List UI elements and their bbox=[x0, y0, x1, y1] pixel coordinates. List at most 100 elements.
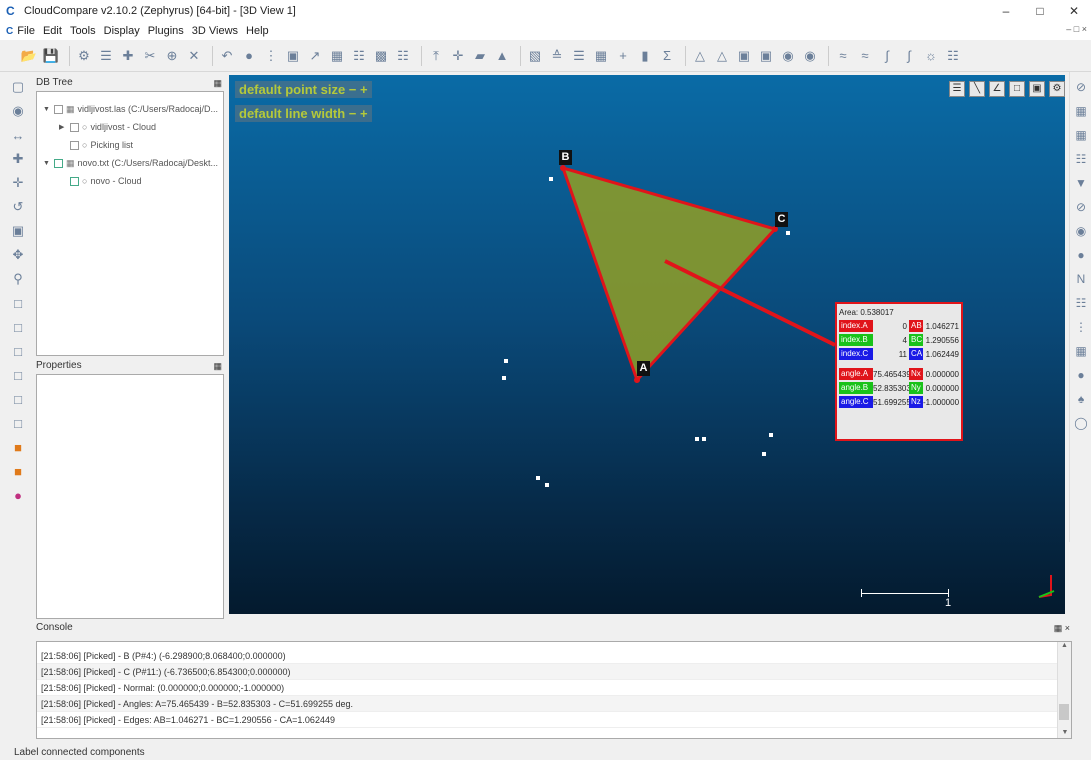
octree-icon[interactable]: ▦ bbox=[328, 47, 346, 65]
oval-icon[interactable]: ◯ bbox=[1072, 414, 1090, 432]
globe-icon[interactable]: ◉ bbox=[801, 47, 819, 65]
image-icon[interactable]: ▣ bbox=[735, 47, 753, 65]
menu-plugins[interactable]: Plugins bbox=[148, 25, 184, 37]
tree-item-vidljivost-cloud[interactable]: ▶ ○ vidljivost - Cloud bbox=[37, 118, 223, 136]
circle-slash-icon[interactable]: ⊘ bbox=[1072, 198, 1090, 216]
north-icon[interactable]: N bbox=[1072, 270, 1090, 288]
raster-icon[interactable]: ▦ bbox=[1072, 102, 1090, 120]
tree-item-novo-file[interactable]: ▼ ▦ novo.txt (C:/Users/Radocaj/Deskt... bbox=[37, 154, 223, 172]
zoom-icon[interactable]: ⚲ bbox=[9, 270, 27, 288]
film-icon[interactable]: ☷ bbox=[1072, 150, 1090, 168]
texture-icon[interactable]: ▦ bbox=[1072, 342, 1090, 360]
pivot-icon[interactable]: ✛ bbox=[9, 174, 27, 192]
canupo-icon[interactable]: ☷ bbox=[944, 47, 962, 65]
list-icon[interactable]: ☰ bbox=[97, 47, 115, 65]
view-bottom-icon[interactable]: □ bbox=[9, 414, 27, 432]
console-scrollbar[interactable]: ▲ ▼ bbox=[1057, 642, 1071, 738]
distance-icon[interactable]: ⤒ bbox=[427, 47, 445, 65]
menu-tools[interactable]: Tools bbox=[70, 25, 96, 37]
checkbox[interactable] bbox=[54, 158, 63, 168]
move-icon[interactable]: ✥ bbox=[9, 246, 27, 264]
filter-icon[interactable]: ☰ bbox=[570, 47, 588, 65]
align-icon[interactable]: ↶ bbox=[218, 47, 236, 65]
menu-edit[interactable]: Edit bbox=[43, 25, 62, 37]
scroll-down-icon[interactable]: ▼ bbox=[1058, 729, 1071, 736]
maximize-icon[interactable]: □ bbox=[1023, 0, 1057, 22]
grid-icon[interactable]: ▦ bbox=[1072, 126, 1090, 144]
sf-icon[interactable]: ☷ bbox=[350, 47, 368, 65]
cross-icon[interactable]: ✛ bbox=[449, 47, 467, 65]
no-entry-icon[interactable]: ⊘ bbox=[1072, 78, 1090, 96]
plane-icon[interactable]: ▰ bbox=[471, 47, 489, 65]
iso-front-icon[interactable]: ■ bbox=[9, 438, 27, 456]
shield-icon[interactable]: ◉ bbox=[1072, 222, 1090, 240]
box-icon[interactable]: ▣ bbox=[9, 222, 27, 240]
color-icon[interactable]: ▩ bbox=[372, 47, 390, 65]
save-icon[interactable]: 💾 bbox=[42, 47, 60, 65]
stats-icon[interactable]: ≙ bbox=[548, 47, 566, 65]
kd-icon[interactable]: △ bbox=[691, 47, 709, 65]
rotate-icon[interactable]: ↺ bbox=[9, 198, 27, 216]
blob-icon[interactable]: ● bbox=[1072, 366, 1090, 384]
expand-icon[interactable]: ▼ bbox=[43, 106, 51, 113]
normals-icon[interactable]: ↗ bbox=[306, 47, 324, 65]
pin-close-icon[interactable]: ▦ × bbox=[1054, 620, 1070, 636]
level-icon[interactable]: ▼ bbox=[1072, 174, 1090, 192]
fm-icon[interactable]: △ bbox=[713, 47, 731, 65]
segment-icon[interactable]: ✂ bbox=[141, 47, 159, 65]
menu-display[interactable]: Display bbox=[104, 25, 140, 37]
menu-3d-views[interactable]: 3D Views bbox=[192, 25, 238, 37]
view-left-icon[interactable]: □ bbox=[9, 342, 27, 360]
bars-icon[interactable]: ▮ bbox=[636, 47, 654, 65]
m3c2-icon[interactable]: ≈ bbox=[834, 47, 852, 65]
raster-icon[interactable]: ▣ bbox=[757, 47, 775, 65]
iso-back-icon[interactable]: ■ bbox=[9, 462, 27, 480]
delete-icon[interactable]: ✕ bbox=[185, 47, 203, 65]
noise-icon[interactable]: ⋮ bbox=[1072, 318, 1090, 336]
menu-file[interactable]: File bbox=[17, 25, 35, 37]
view-back-icon[interactable]: □ bbox=[9, 366, 27, 384]
stereo-icon[interactable]: ● bbox=[9, 486, 27, 504]
ransac-icon[interactable]: ∫ bbox=[878, 47, 896, 65]
checkbox[interactable] bbox=[70, 176, 79, 186]
mesh-icon[interactable]: ▲ bbox=[493, 47, 511, 65]
person-icon[interactable]: ♠ bbox=[1072, 390, 1090, 408]
pick-icon[interactable]: ⊕ bbox=[163, 47, 181, 65]
transform-icon[interactable]: ✚ bbox=[119, 47, 137, 65]
screenshot-icon[interactable]: ▢ bbox=[9, 78, 27, 96]
triangle-info-label[interactable]: Area: 0.538017 index.A 0 AB 1.046271 index.B… bbox=[835, 302, 963, 441]
view-top-icon[interactable]: □ bbox=[9, 294, 27, 312]
scroll-up-icon[interactable]: ▲ bbox=[1058, 642, 1071, 649]
sf-arith-icon[interactable]: Σ bbox=[658, 47, 676, 65]
pin-icon[interactable]: ▦ bbox=[213, 75, 222, 91]
menu-help[interactable]: Help bbox=[246, 25, 269, 37]
scroll-thumb[interactable] bbox=[1059, 704, 1069, 720]
sphere-icon[interactable]: ◉ bbox=[779, 47, 797, 65]
minimize-icon[interactable]: – bbox=[989, 0, 1023, 22]
histogram-icon[interactable]: ▧ bbox=[526, 47, 544, 65]
compass-icon[interactable]: ☼ bbox=[922, 47, 940, 65]
gear-icon[interactable]: ⚙ bbox=[75, 47, 93, 65]
pin-icon[interactable]: ▦ bbox=[213, 358, 222, 374]
tree-item-picking-list[interactable]: ○ Picking list bbox=[37, 136, 223, 154]
checkbox[interactable] bbox=[70, 122, 79, 132]
mls-icon[interactable]: ≈ bbox=[856, 47, 874, 65]
sample-icon[interactable]: ● bbox=[240, 47, 258, 65]
merge-icon[interactable]: ▣ bbox=[284, 47, 302, 65]
crosshair-icon[interactable]: ✚ bbox=[9, 150, 27, 168]
expand-icon[interactable]: ▼ bbox=[43, 160, 51, 167]
coin-icon[interactable]: ● bbox=[1072, 246, 1090, 264]
add-icon[interactable]: + bbox=[614, 47, 632, 65]
export-icon[interactable]: ▦ bbox=[592, 47, 610, 65]
checkbox[interactable] bbox=[70, 140, 79, 150]
collapse-icon[interactable]: ▶ bbox=[59, 123, 67, 131]
subsample-icon[interactable]: ⋮ bbox=[262, 47, 280, 65]
sor-icon[interactable]: ☷ bbox=[394, 47, 412, 65]
facets-icon[interactable]: ∫ bbox=[900, 47, 918, 65]
checkbox[interactable] bbox=[54, 104, 63, 114]
filter-icon[interactable]: ☷ bbox=[1072, 294, 1090, 312]
close-icon[interactable]: ✕ bbox=[1057, 0, 1091, 22]
camera-icon[interactable]: ◉ bbox=[9, 102, 27, 120]
scale-icon[interactable]: ↔ bbox=[9, 126, 27, 144]
mdi-controls-icon[interactable]: – □ × bbox=[1066, 24, 1087, 34]
